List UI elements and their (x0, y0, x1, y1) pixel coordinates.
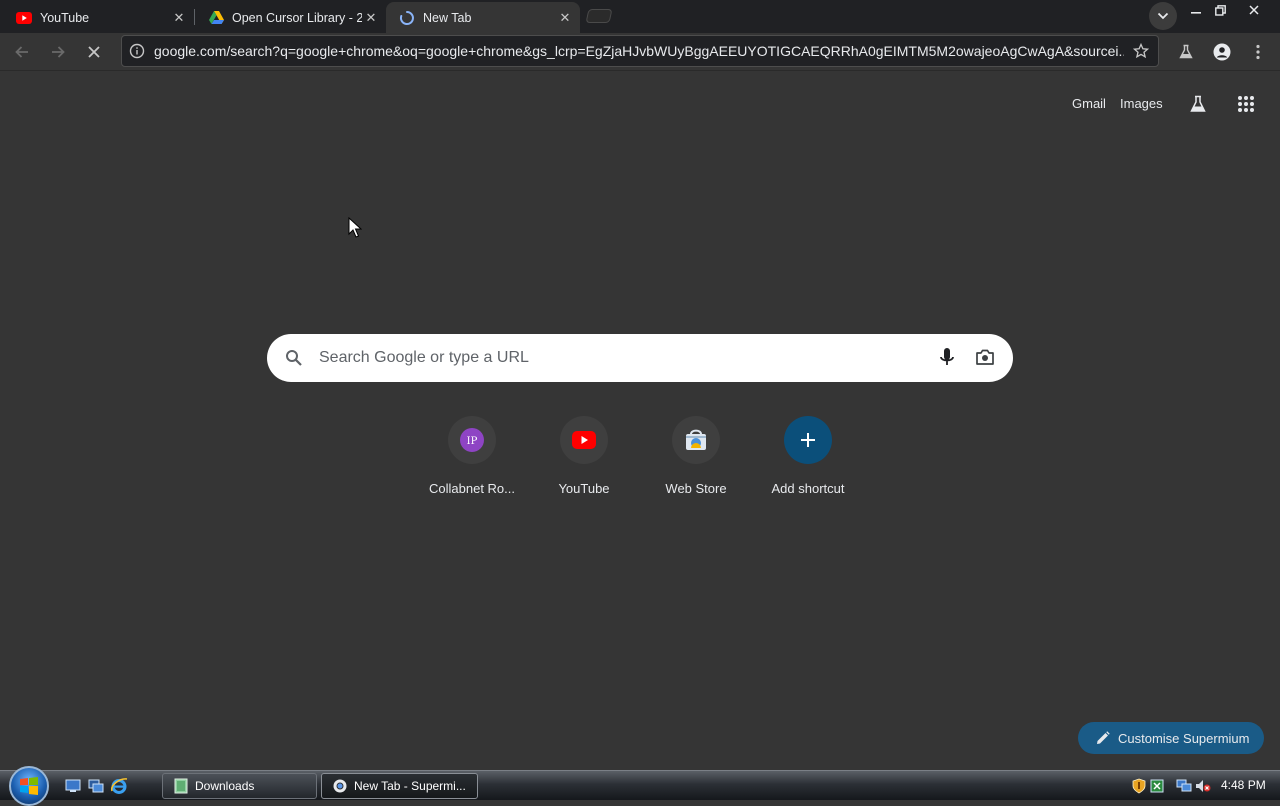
chrome-icon (332, 778, 348, 794)
url-text[interactable]: google.com/search?q=google+chrome&oq=goo… (152, 43, 1124, 59)
tab-title: Open Cursor Library - 2 (232, 10, 362, 25)
menu-button[interactable] (1244, 38, 1272, 66)
network-icon[interactable] (1175, 777, 1193, 795)
shortcut-collabnet[interactable]: IP Collabnet Ro... (416, 416, 528, 506)
taskbar-item-label: Downloads (195, 779, 255, 793)
taskbar: Downloads New Tab - Supermi... 4:48 PM (0, 766, 1280, 806)
volume-muted-icon[interactable] (1194, 777, 1212, 795)
kebab-menu-icon (1256, 44, 1260, 60)
address-bar[interactable]: google.com/search?q=google+chrome&oq=goo… (121, 35, 1159, 67)
taskbar-item-new-tab[interactable]: New Tab - Supermi... (321, 773, 478, 799)
flask-icon (1179, 44, 1193, 59)
minimize-button[interactable] (1183, 0, 1209, 20)
search-box[interactable] (267, 334, 1013, 382)
shortcut-add[interactable]: Add shortcut (752, 416, 864, 506)
tab-search-button[interactable] (1149, 2, 1177, 30)
clock[interactable]: 4:48 PM (1221, 778, 1266, 792)
browser-toolbar: google.com/search?q=google+chrome&oq=goo… (0, 33, 1280, 71)
show-desktop-icon[interactable] (64, 777, 82, 795)
customise-label: Customise Supermium (1118, 730, 1250, 746)
shortcut-tile[interactable] (560, 416, 608, 464)
images-link[interactable]: Images (1120, 96, 1163, 111)
gmail-link[interactable]: Gmail (1072, 96, 1106, 111)
profile-icon (1213, 43, 1231, 61)
back-button[interactable] (8, 38, 36, 66)
profile-button[interactable] (1208, 38, 1236, 66)
search-icon (285, 349, 303, 372)
tab-new-tab[interactable]: New Tab ✕ (386, 2, 580, 33)
search-input[interactable] (319, 346, 919, 370)
customise-button[interactable]: Customise Supermium (1078, 722, 1264, 754)
close-tab-icon[interactable]: ✕ (556, 9, 574, 27)
shortcut-web-store[interactable]: Web Store (640, 416, 752, 506)
web-store-icon (686, 429, 706, 450)
internet-explorer-icon[interactable] (110, 777, 128, 795)
shortcut-label: Collabnet Ro... (429, 481, 515, 496)
new-tab-button[interactable] (585, 9, 613, 23)
restore-button[interactable] (1207, 0, 1233, 20)
shortcut-tile[interactable] (672, 416, 720, 464)
ip-monogram-icon: IP (460, 428, 484, 452)
google-drive-icon (208, 10, 224, 26)
mouse-cursor-icon (348, 216, 363, 244)
shortcut-label: Add shortcut (771, 481, 845, 496)
close-window-button[interactable] (1241, 0, 1267, 20)
labs-flask-icon[interactable] (1186, 93, 1210, 115)
tab-youtube[interactable]: YouTube ✕ (0, 2, 194, 33)
close-icon (88, 46, 100, 58)
camera-search-icon[interactable] (975, 347, 995, 372)
svg-text:IP: IP (467, 436, 478, 447)
tab-title: YouTube (40, 10, 90, 25)
microphone-icon[interactable] (938, 347, 956, 374)
close-tab-icon[interactable]: ✕ (170, 9, 188, 27)
site-info-icon[interactable] (122, 43, 152, 59)
youtube-icon (572, 431, 596, 449)
shortcut-youtube[interactable]: YouTube (528, 416, 640, 506)
windows-logo-icon (20, 777, 38, 795)
add-shortcut-tile[interactable] (784, 416, 832, 464)
stop-loading-button[interactable] (80, 38, 108, 66)
back-arrow-icon (15, 46, 28, 58)
chevron-down-icon (1157, 12, 1169, 20)
switch-windows-icon[interactable] (87, 777, 105, 795)
security-shield-icon[interactable] (1130, 777, 1148, 795)
forward-button[interactable] (44, 38, 72, 66)
apps-grid-icon[interactable] (1234, 92, 1258, 116)
loading-spinner-icon (399, 10, 415, 26)
tab-strip: YouTube ✕ Open Cursor Library - 2 ✕ New … (0, 0, 1280, 33)
pencil-icon (1096, 731, 1110, 745)
tab-title: New Tab (423, 10, 472, 25)
shortcut-label: YouTube (558, 481, 610, 496)
youtube-icon (16, 10, 32, 26)
taskbar-item-downloads[interactable]: Downloads (162, 773, 317, 799)
shortcut-tile[interactable]: IP (448, 416, 496, 464)
plus-icon (801, 433, 815, 447)
forward-arrow-icon (52, 46, 65, 58)
labs-button[interactable] (1172, 38, 1200, 66)
close-tab-icon[interactable]: ✕ (362, 9, 380, 27)
bookmark-star-icon[interactable] (1124, 43, 1158, 59)
shortcut-label: Web Store (665, 481, 727, 496)
taskbar-item-label: New Tab - Supermi... (354, 779, 466, 793)
tray-app-icon[interactable] (1148, 777, 1166, 795)
tab-open-cursor-library[interactable]: Open Cursor Library - 2 ✕ (192, 2, 386, 33)
start-button[interactable] (9, 766, 49, 806)
folder-icon (173, 778, 189, 794)
